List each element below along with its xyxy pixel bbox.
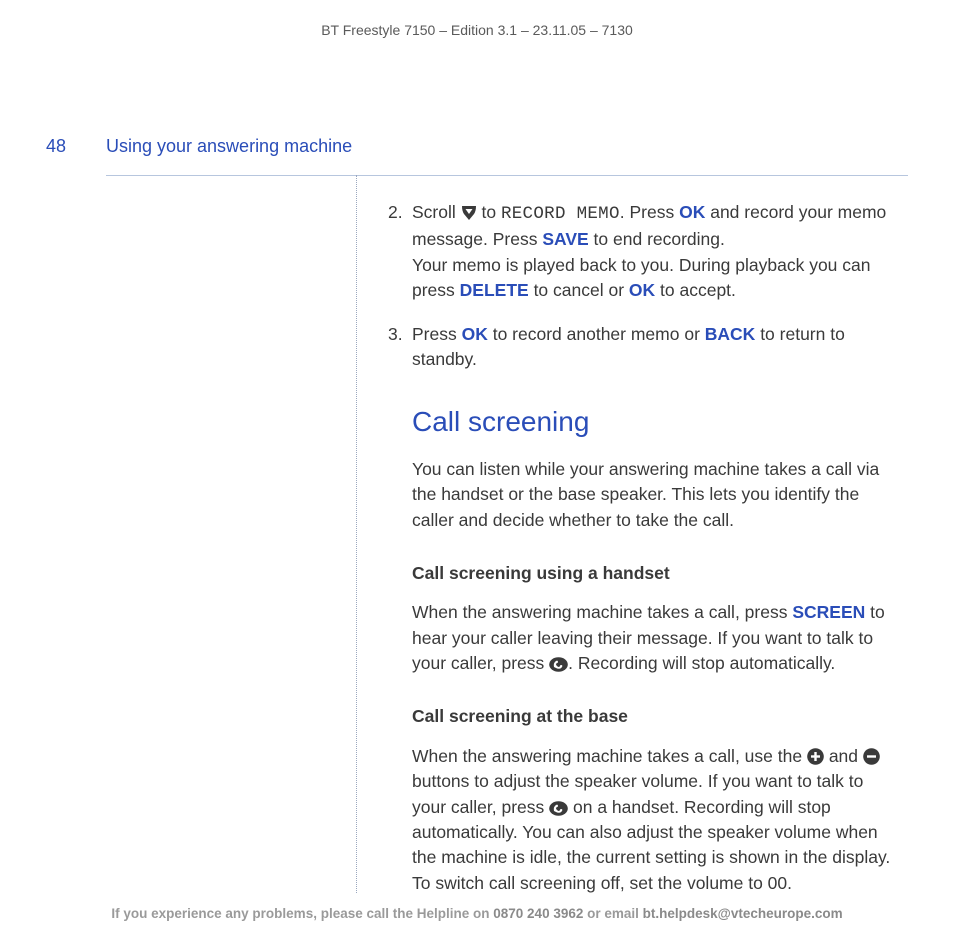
talk-icon xyxy=(549,657,568,672)
down-arrow-icon xyxy=(461,205,477,221)
text: . Press xyxy=(620,202,679,222)
text: and xyxy=(824,746,863,766)
paragraph-handset: When the answering machine takes a call,… xyxy=(412,600,898,676)
footer-text: or email xyxy=(583,906,642,921)
section-title: Using your answering machine xyxy=(106,136,352,157)
paragraph-base: When the answering machine takes a call,… xyxy=(412,744,898,896)
button-label-screen: SCREEN xyxy=(792,602,865,622)
text: to accept. xyxy=(655,280,736,300)
text: When the answering machine takes a call,… xyxy=(412,746,807,766)
text: When the answering machine takes a call,… xyxy=(412,602,792,622)
helpline-email: bt.helpdesk@vtecheurope.com xyxy=(643,906,843,921)
subheading-handset: Call screening using a handset xyxy=(412,561,898,586)
intro-paragraph: You can listen while your answering mach… xyxy=(412,457,898,533)
horizontal-rule xyxy=(106,175,908,176)
subheading-base: Call screening at the base xyxy=(412,704,898,729)
plus-icon xyxy=(807,748,824,765)
text: to record another memo or xyxy=(488,324,705,344)
button-label-delete: DELETE xyxy=(460,280,529,300)
step-number: 2. xyxy=(388,200,403,225)
button-label-ok: OK xyxy=(679,202,705,222)
button-label-back: BACK xyxy=(705,324,756,344)
text: . Recording will stop automatically. xyxy=(568,653,835,673)
text: to cancel or xyxy=(529,280,629,300)
button-label-ok: OK xyxy=(462,324,488,344)
minus-icon xyxy=(863,748,880,765)
step-2: 2. Scroll to RECORD MEMO. Press OK and r… xyxy=(388,200,898,304)
vertical-rule xyxy=(356,175,357,893)
text: to end recording. xyxy=(589,229,725,249)
manual-page: BT Freestyle 7150 – Edition 3.1 – 23.11.… xyxy=(0,0,954,945)
footer-helpline: If you experience any problems, please c… xyxy=(0,906,954,921)
button-label-save: SAVE xyxy=(542,229,588,249)
main-content: 2. Scroll to RECORD MEMO. Press OK and r… xyxy=(388,200,898,896)
talk-icon xyxy=(549,801,568,816)
text: Press xyxy=(412,324,462,344)
display-text: RECORD MEMO xyxy=(501,204,620,224)
step-number: 3. xyxy=(388,322,403,347)
helpline-phone: 0870 240 3962 xyxy=(493,906,583,921)
text: to xyxy=(477,202,501,222)
button-label-ok: OK xyxy=(629,280,655,300)
footer-text: If you experience any problems, please c… xyxy=(111,906,493,921)
step-3: 3. Press OK to record another memo or BA… xyxy=(388,322,898,373)
document-id: BT Freestyle 7150 – Edition 3.1 – 23.11.… xyxy=(0,22,954,38)
page-number: 48 xyxy=(46,136,66,157)
text: Scroll xyxy=(412,202,461,222)
heading-call-screening: Call screening xyxy=(412,402,898,443)
